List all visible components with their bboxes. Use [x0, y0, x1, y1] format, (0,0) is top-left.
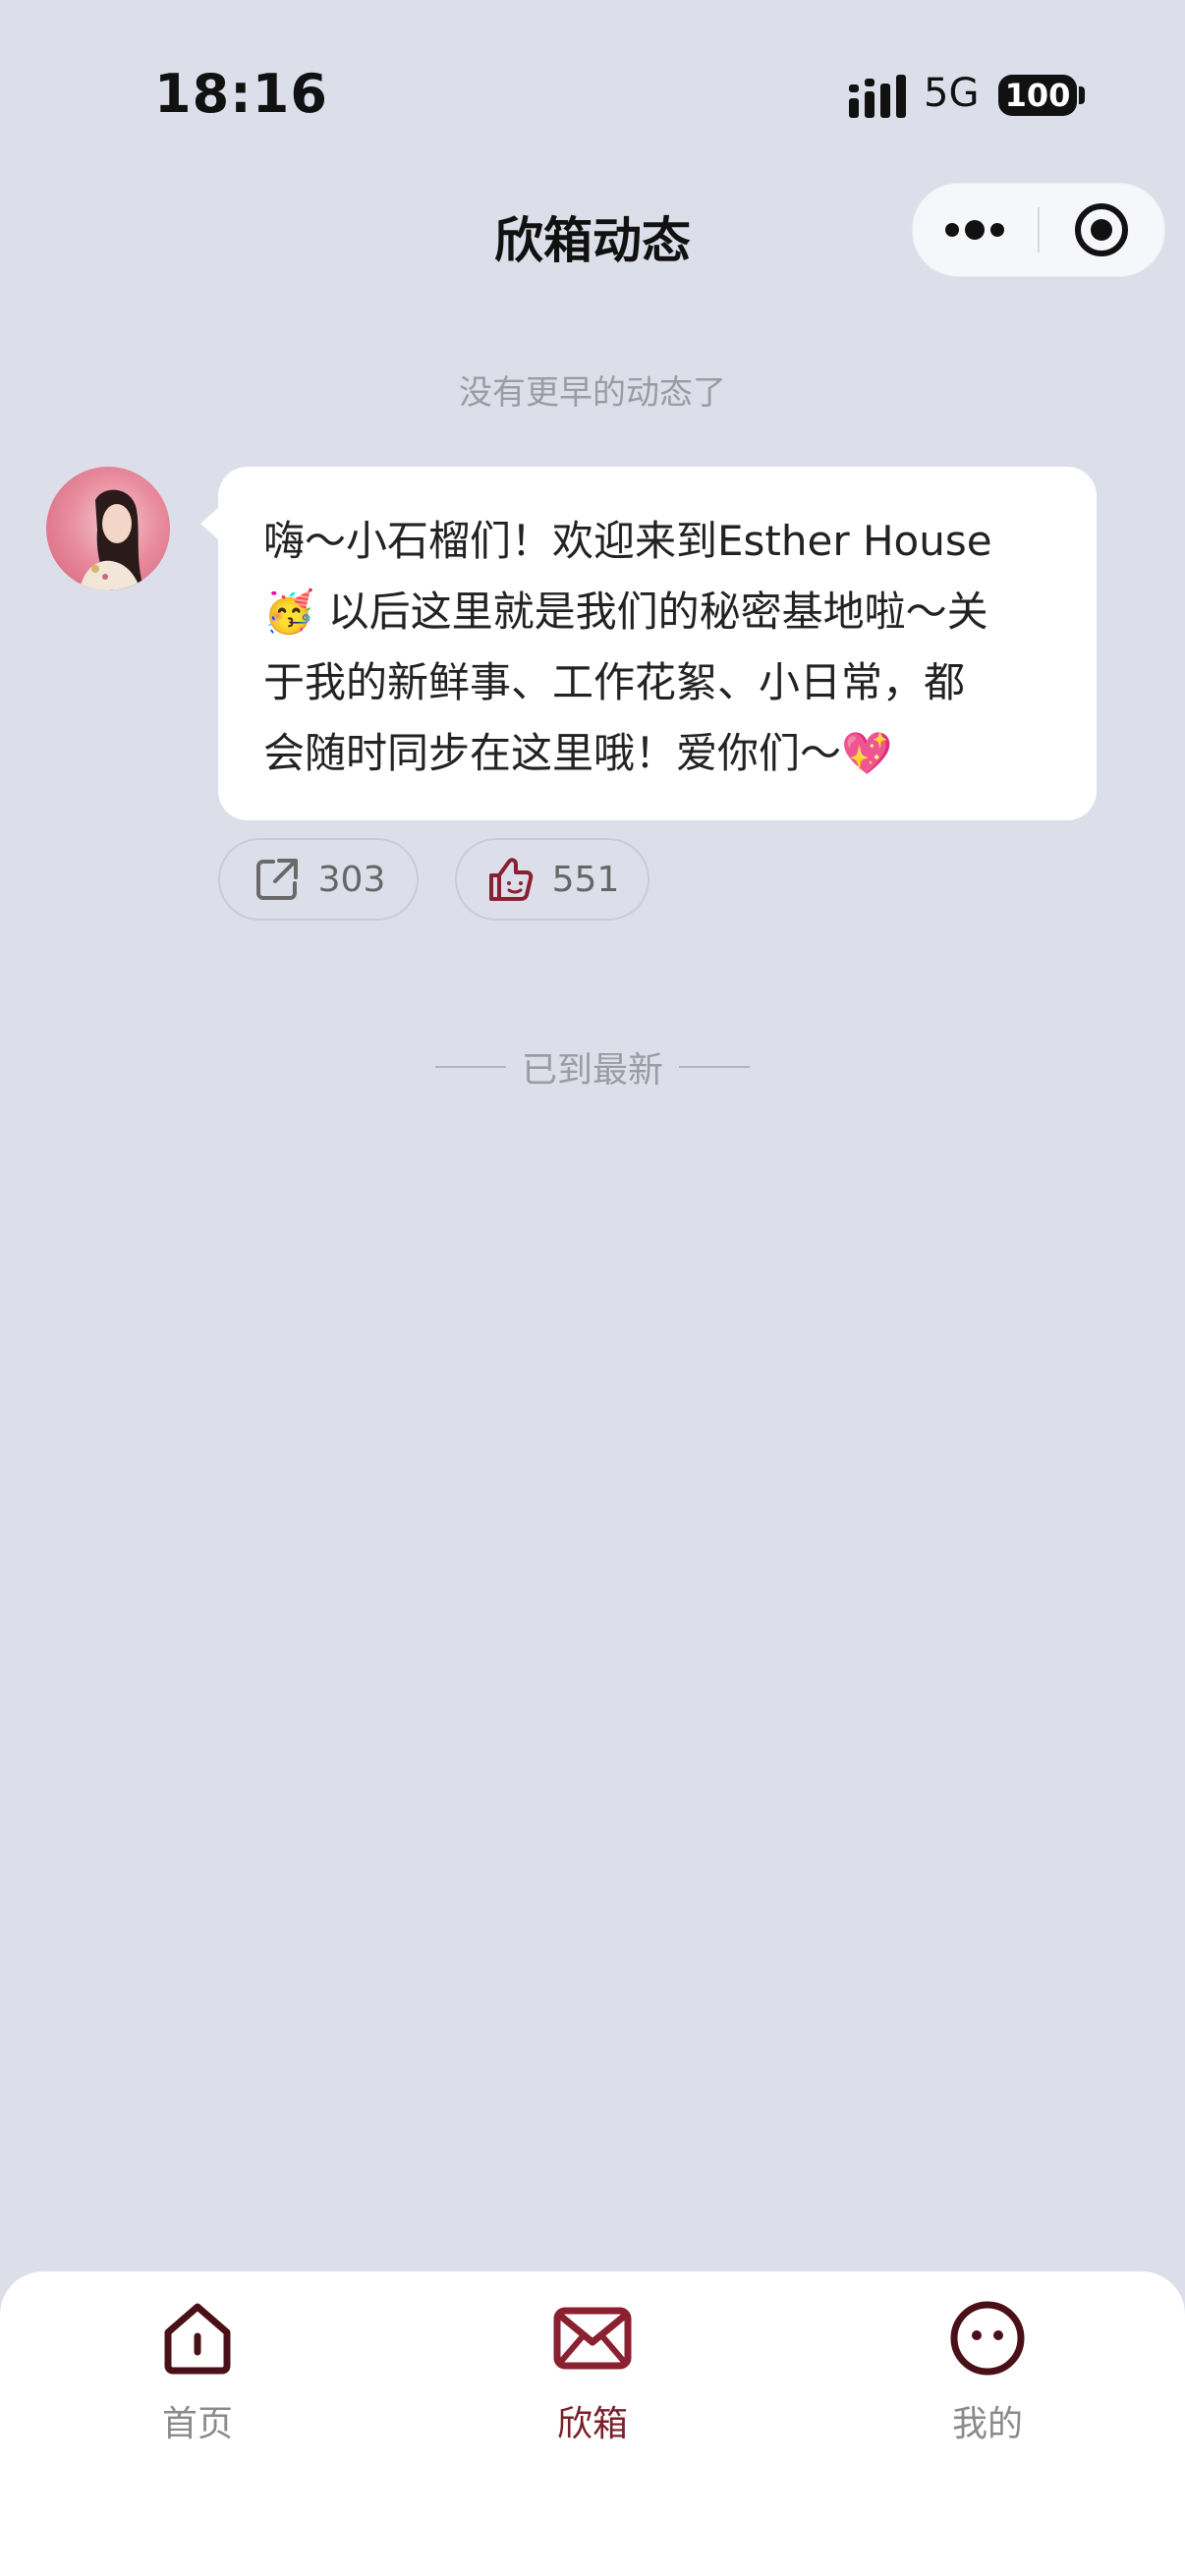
avatar-portrait	[80, 489, 144, 590]
thumbs-up-icon	[488, 858, 533, 901]
mini-program-capsule	[912, 183, 1165, 277]
close-button[interactable]	[1040, 184, 1164, 276]
no-earlier-notice: 没有更早的动态了	[459, 373, 726, 413]
signal-icon	[849, 75, 906, 118]
latest-notice-row: 已到最新	[0, 1041, 1185, 1092]
post-bubble: 嗨～小石榴们！欢迎来到Esther House 🥳 以后这里就是我们的秘密基地啦…	[200, 467, 1097, 820]
tab-label: 首页	[161, 2404, 233, 2444]
mail-icon	[553, 2307, 632, 2370]
share-count: 303	[317, 859, 386, 900]
divider-line	[679, 1066, 750, 1068]
battery-tip	[1079, 86, 1085, 104]
profile-face-icon	[950, 2301, 1025, 2376]
avatar[interactable]	[46, 467, 170, 590]
more-button[interactable]	[913, 184, 1038, 276]
post-line: 于我的新鲜事、工作花絮、小日常，都	[263, 658, 966, 706]
more-dots-icon	[945, 220, 1004, 240]
post-card: 嗨～小石榴们！欢迎来到Esther House 🥳 以后这里就是我们的秘密基地啦…	[200, 467, 1097, 820]
post-line: 🥳 以后这里就是我们的秘密基地啦～关	[263, 588, 988, 636]
post-line: 会随时同步在这里哦！爱你们～💖	[263, 729, 893, 777]
like-count: 551	[551, 859, 620, 900]
tab-home[interactable]: 首页	[80, 2297, 315, 2474]
like-button[interactable]: 551	[455, 838, 649, 921]
tab-label: 欣箱	[556, 2404, 628, 2444]
bubble-tail	[200, 506, 220, 541]
home-icon	[164, 2303, 231, 2375]
post-line: 嗨～小石榴们！欢迎来到Esther House	[263, 517, 992, 565]
status-time: 18:16	[154, 63, 328, 125]
share-button[interactable]: 303	[218, 838, 419, 921]
divider-line	[434, 1066, 506, 1068]
share-icon	[255, 859, 298, 900]
tab-label: 我的	[951, 2404, 1023, 2444]
network-label: 5G	[924, 71, 980, 116]
tab-bar: 首页 欣箱 我的	[0, 2271, 1185, 2576]
battery-icon: 100	[998, 75, 1077, 116]
tab-mailbox[interactable]: 欣箱	[475, 2297, 710, 2474]
status-bar: 18:16 5G 100	[0, 0, 1185, 157]
target-close-icon	[1075, 203, 1128, 256]
latest-notice: 已到最新	[521, 1050, 663, 1091]
tab-profile[interactable]: 我的	[870, 2297, 1105, 2474]
